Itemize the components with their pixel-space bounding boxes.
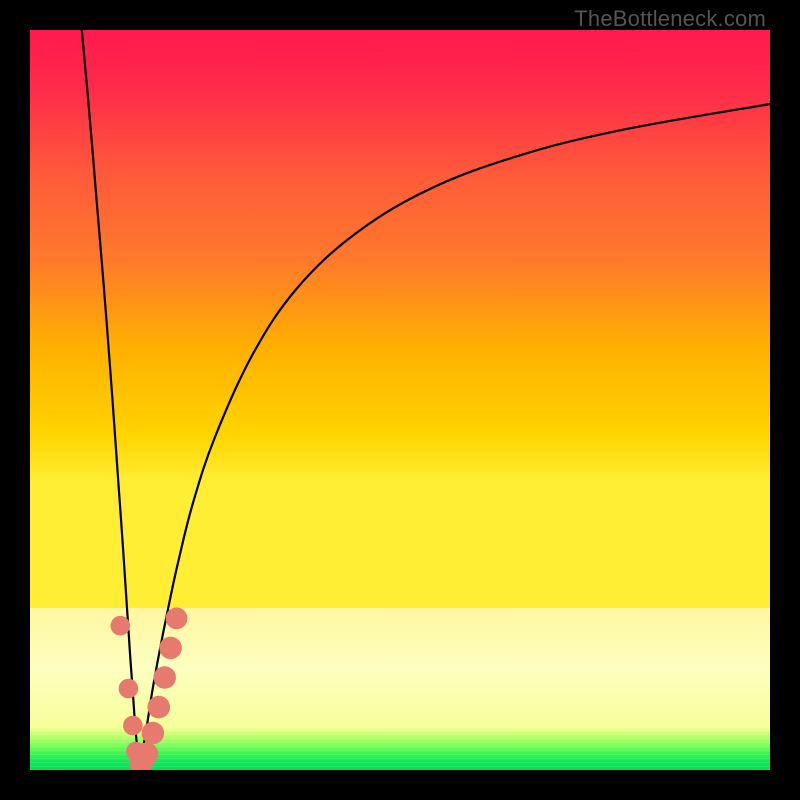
chart-frame: TheBottleneck.com [0,0,800,800]
data-marker [147,696,170,719]
plot-area [30,30,770,770]
data-marker [123,716,143,736]
data-marker [142,722,165,745]
data-marker [110,616,130,636]
data-marker [136,742,159,765]
curve-right-branch [140,104,770,766]
watermark-text: TheBottleneck.com [574,6,766,32]
data-marker [153,666,176,689]
data-marker [166,607,188,629]
data-marker [159,637,182,660]
curve-layer [30,30,770,770]
data-marker [119,679,139,699]
curve-left-branch [82,30,140,766]
